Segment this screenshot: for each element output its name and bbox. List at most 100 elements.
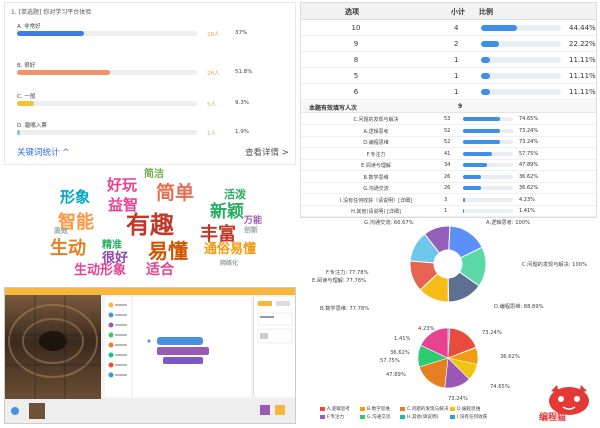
sub-row-bar xyxy=(463,128,513,133)
sub-row-label: E.阅读与理解 xyxy=(361,163,391,169)
code-block-event[interactable] xyxy=(157,337,203,345)
legend-label: H.其他(请说明) xyxy=(407,415,439,420)
survey-option-bar xyxy=(17,31,197,36)
sub-row-bar-fill xyxy=(463,186,482,190)
sub-header-count: 9 xyxy=(458,103,463,110)
pie-label: 73.24% xyxy=(482,330,502,336)
ide-stage[interactable] xyxy=(5,295,101,399)
table-row: 8 1 11.11% xyxy=(301,52,596,68)
row-option: 6 xyxy=(353,88,359,96)
legend-item[interactable]: I.没有任何收获 xyxy=(450,414,487,420)
word-cloud: 简洁 好玩 简单 形象 益智 活泼 新颖 智能 有趣 丰富 万能 生动 精准 易懂 通俗易懂 很好 生动形象 适合… xyxy=(4,165,296,283)
results-table: 选项 小计 比例 10 4 44.44% 9 2 22.22% 8 1 11.11% 5 1 11.1… xyxy=(300,2,597,218)
survey-option-count: 28人 xyxy=(207,71,220,77)
code-block-motion[interactable] xyxy=(157,347,209,355)
ide-bottom-bar xyxy=(5,399,295,423)
donut-label: D.编程思维: 88.89% xyxy=(494,302,544,310)
donut-label: F.专注力: 77.78% xyxy=(326,268,369,276)
sub-row-bar-fill xyxy=(463,151,492,156)
sub-table-row: C.问题的发现与解决 53 74.65% xyxy=(301,114,596,125)
sub-row-bar xyxy=(463,140,513,144)
sub-row-pct: 74.65% xyxy=(519,116,539,122)
survey-option-bar xyxy=(17,130,197,135)
legend-swatch xyxy=(320,414,325,419)
survey-option-label: C. 一般 xyxy=(17,94,36,100)
survey-option-bar xyxy=(17,101,197,106)
row-option: 5 xyxy=(353,72,359,80)
sub-row-pct: 36.62% xyxy=(519,185,539,191)
pie-label: 1.41% xyxy=(394,336,411,342)
table-row: 5 1 11.11% xyxy=(301,68,596,84)
header-ratio: 比例 xyxy=(479,8,493,16)
sub-row-pct: 4.23% xyxy=(519,196,535,203)
row-count: 4 xyxy=(454,24,459,32)
sub-row-label: D.编程思维 xyxy=(363,140,389,146)
sub-row-pct: 36.62% xyxy=(519,173,539,180)
row-bar-fill xyxy=(481,41,499,47)
row-option: 10 xyxy=(351,24,361,32)
keyword-stats-toggle[interactable]: 关键词统计 ^ xyxy=(17,146,69,158)
survey-option-pct: 9.3% xyxy=(235,100,249,106)
legend-item[interactable]: F.专注力 xyxy=(320,414,344,420)
row-pct: 11.11% xyxy=(569,88,596,96)
word-cloud-word: 简单 xyxy=(156,182,195,204)
survey-option-count: 5人 xyxy=(207,102,216,108)
sub-table-row: H.其他(请说明) [详细] 1 1.41% xyxy=(301,206,596,217)
sub-row-count: 3 xyxy=(444,196,448,203)
sub-row-count: 26 xyxy=(444,185,451,191)
sub-row-bar-fill xyxy=(463,163,487,167)
sub-row-label: A.逻辑思考 xyxy=(363,128,389,135)
legend-item[interactable]: C.问题的发现与解决 xyxy=(400,406,448,412)
paint-icon[interactable] xyxy=(260,405,270,415)
sub-row-pct: 1.41% xyxy=(519,208,535,214)
legend-label: F.专注力 xyxy=(327,415,345,420)
row-bar xyxy=(481,89,561,95)
play-icon[interactable] xyxy=(11,407,19,415)
survey-option-count: 20人 xyxy=(207,32,220,38)
legend-item[interactable]: D.编程思维 xyxy=(450,406,480,412)
sub-row-bar-fill xyxy=(463,117,501,121)
row-bar-fill xyxy=(481,89,490,95)
word-cloud-word: 创新 xyxy=(244,226,258,234)
word-cloud-word: 通俗易懂 xyxy=(204,242,257,257)
row-pct: 22.22% xyxy=(569,40,596,48)
pie-label: 74.65% xyxy=(490,384,510,390)
table-row: 9 2 22.22% xyxy=(301,36,596,52)
donut-label: B.数学思维: 77.78% xyxy=(320,304,369,312)
survey-question: 1. [单选题] 你对学习平台体验 xyxy=(11,9,92,16)
legend-item[interactable]: B.数学思维 xyxy=(360,406,390,412)
row-bar xyxy=(481,73,561,79)
word-cloud-word: 生动形象 xyxy=(74,263,127,278)
pie-label: 36.62% xyxy=(390,350,410,356)
survey-option-bar-fill xyxy=(17,31,84,36)
code-workspace[interactable] xyxy=(133,297,251,397)
donut-label: E.阅读与理解: 77.78% xyxy=(312,276,366,284)
block-categories[interactable] xyxy=(105,297,131,397)
pencil-icon[interactable] xyxy=(275,405,285,415)
sub-row-bar xyxy=(463,197,513,202)
pie-label: 36.62% xyxy=(500,354,520,360)
sub-row-label: B.数学思维 xyxy=(363,174,389,181)
properties-panel[interactable] xyxy=(253,297,295,397)
view-detail-link[interactable]: 查看详情 > xyxy=(245,146,289,158)
row-pct: 44.44% xyxy=(569,24,596,32)
sub-row-label: I.没有任何收获（请说明）[详细] xyxy=(340,197,412,204)
row-pct: 11.11% xyxy=(569,56,596,64)
sub-row-count: 52 xyxy=(444,127,451,134)
logo-text: 编程猫 xyxy=(539,413,567,423)
sub-table-row: E.阅读与理解 34 47.89% xyxy=(301,160,596,171)
legend-item[interactable]: A.逻辑思考 xyxy=(320,406,350,412)
sub-row-bar-fill xyxy=(463,140,500,144)
sub-row-label: F.专注力 xyxy=(366,151,386,158)
sub-table-row: G.沟通交流 26 36.62% xyxy=(301,183,596,194)
code-block-motion-2[interactable] xyxy=(163,357,203,364)
sub-row-count: 41 xyxy=(444,150,451,157)
sprite-thumbnail[interactable] xyxy=(29,403,45,419)
legend-item[interactable]: G.沟通交流 xyxy=(360,414,390,420)
survey-option-pct: 1.9% xyxy=(235,129,249,135)
row-count: 1 xyxy=(454,72,459,80)
legend-item[interactable]: H.其他(请说明) xyxy=(400,414,438,420)
sub-row-bar xyxy=(463,186,513,190)
sub-row-count: 1 xyxy=(444,208,448,214)
sub-row-count: 26 xyxy=(444,173,451,180)
